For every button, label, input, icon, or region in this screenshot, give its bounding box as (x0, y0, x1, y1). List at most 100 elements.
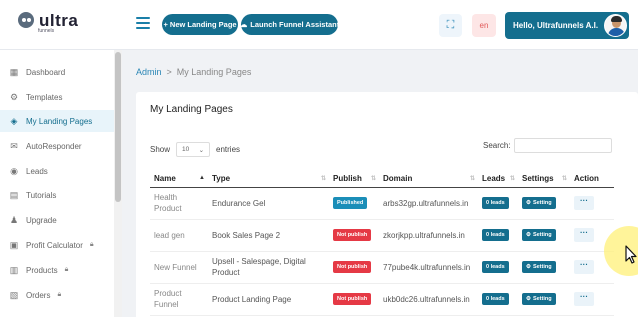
column-header-settings[interactable]: Settings ⇅ (518, 170, 570, 188)
calculator-icon: ▣ (9, 239, 19, 250)
sidebar-item-label: Templates (26, 92, 63, 102)
sidebar-item-leads[interactable]: ◉ Leads (0, 160, 114, 182)
launch-funnel-assistant-label: Launch Funnel Assistant (250, 20, 340, 29)
table-row: Product Funnel Product Landing Page Not … (150, 283, 614, 316)
page-length-control: Show 10 ⌄ entries (150, 142, 240, 157)
sidebar-item-label: Upgrade (26, 215, 57, 225)
row-type: Book Sales Page 2 (208, 219, 329, 252)
row-domain[interactable]: 77pube4k.ultrafunnels.in (379, 251, 478, 284)
gear-icon: ⚙ (526, 296, 531, 302)
sidebar-item-templates[interactable]: ⚙ Templates (0, 86, 114, 108)
entries-label: entries (216, 145, 241, 154)
more-actions-button[interactable]: ··· (574, 228, 594, 242)
row-name: Health Product (150, 187, 208, 220)
sidebar-item-orders[interactable]: ▧ Orders 🔒︎ (0, 284, 114, 306)
table-header-row: Name ▲ Type ⇅ Publish ⇅ Domain ⇅ Leads ⇅ Sett… (150, 170, 614, 188)
status-badge[interactable]: Not publish (333, 293, 372, 305)
orders-icon: ▧ (9, 289, 19, 300)
templates-icon: ⚙ (9, 91, 19, 102)
sidebar-item-label: Dashboard (26, 67, 66, 77)
sort-icon: ⇅ (561, 176, 567, 182)
status-badge[interactable]: Published (333, 197, 368, 209)
lock-icon: 🔒︎ (57, 291, 62, 298)
lock-icon: 🔒︎ (64, 266, 69, 273)
row-domain[interactable]: ukb0dc26.ultrafunnels.in (379, 283, 478, 316)
row-type: Product Landing Page (208, 283, 329, 316)
avatar (604, 14, 627, 37)
leads-badge[interactable]: 0 leads (482, 261, 509, 273)
column-header-action[interactable]: Action (570, 170, 614, 188)
setting-button[interactable]: ⚙ Setting (522, 229, 556, 241)
entries-per-page-select[interactable]: 10 ⌄ (176, 142, 211, 157)
language-selector[interactable]: en (472, 14, 496, 37)
search-label: Search: (483, 141, 511, 150)
sidebar-scrollbar-thumb[interactable] (115, 52, 121, 202)
entries-per-page-value: 10 (182, 146, 190, 153)
more-actions-button[interactable]: ··· (574, 292, 594, 306)
row-type: Endurance Gel (208, 187, 329, 220)
column-header-leads[interactable]: Leads ⇅ (478, 170, 518, 188)
row-name: Product Funnel (150, 283, 208, 316)
mouse-cursor-icon (625, 245, 637, 264)
sort-asc-icon: ▲ (199, 175, 205, 181)
menu-toggle-icon[interactable] (136, 17, 150, 29)
sidebar-item-dashboard[interactable]: ▦ Dashboard (0, 61, 114, 83)
setting-button[interactable]: ⚙ Setting (522, 261, 556, 273)
tutorials-icon: ▤ (9, 189, 19, 200)
sidebar-item-label: Profit Calculator (26, 240, 83, 250)
fullscreen-icon[interactable]: ⛶ (439, 14, 462, 37)
leads-icon: ◉ (10, 165, 18, 176)
user-menu-button[interactable]: Hello, Ultrafunnels A.I. (505, 12, 629, 39)
app-root: ultra funnels + New Landing Page ☁ Launc… (0, 0, 638, 317)
products-icon: ▥ (9, 264, 19, 275)
sort-icon: ⇅ (469, 176, 475, 182)
breadcrumb-separator: > (166, 67, 172, 77)
sidebar-item-label: Tutorials (26, 190, 57, 200)
sort-icon: ⇅ (370, 176, 376, 182)
top-bar: ultra funnels + New Landing Page ☁ Launc… (0, 0, 638, 50)
sidebar-item-autoresponder[interactable]: ✉ AutoResponder (0, 135, 114, 157)
sidebar-item-label: Orders (26, 290, 51, 300)
users-icon: ♟ (9, 214, 19, 225)
row-type: Upsell - Salespage, Digital Product (208, 251, 329, 284)
column-header-domain[interactable]: Domain ⇅ (379, 170, 478, 188)
gear-icon: ⚙ (526, 232, 531, 238)
sidebar-item-label: AutoResponder (26, 141, 82, 151)
leads-badge[interactable]: 0 leads (482, 197, 509, 209)
sidebar-item-tutorials[interactable]: ▤ Tutorials (0, 184, 114, 206)
sidebar-item-upgrade[interactable]: ♟ Upgrade (0, 209, 114, 231)
cloud-icon: ☁ (239, 20, 248, 29)
layers-icon: ◈ (10, 115, 18, 126)
leads-badge[interactable]: 0 leads (482, 229, 509, 241)
setting-button[interactable]: ⚙ Setting (522, 293, 556, 305)
new-landing-page-button[interactable]: + New Landing Page (162, 14, 238, 35)
leads-badge[interactable]: 0 leads (482, 293, 509, 305)
show-label: Show (150, 145, 171, 154)
column-header-type[interactable]: Type ⇅ (208, 170, 329, 188)
more-actions-button[interactable]: ··· (574, 196, 594, 210)
breadcrumb-home-link[interactable]: Admin (136, 67, 162, 77)
more-actions-button[interactable]: ··· (574, 260, 594, 274)
sidebar-item-label: Leads (26, 166, 48, 176)
column-header-name[interactable]: Name ▲ (150, 170, 208, 188)
status-badge[interactable]: Not publish (333, 261, 372, 273)
logo-subtext: funnels (38, 28, 55, 34)
sort-icon: ⇅ (320, 176, 326, 182)
row-domain[interactable]: arbs32gp.ultrafunnels.in (379, 187, 478, 220)
breadcrumb: Admin > My Landing Pages (136, 67, 251, 77)
sidebar-item-profit-calculator[interactable]: ▣ Profit Calculator 🔒︎ (0, 234, 114, 256)
search-input[interactable] (513, 138, 612, 153)
sidebar: ▦ Dashboard ⚙ Templates ◈ My Landing Pag… (0, 50, 122, 317)
dashboard-icon: ▦ (9, 66, 19, 77)
row-domain[interactable]: zkorjkpp.ultrafunnels.in (379, 219, 478, 252)
status-badge[interactable]: Not publish (333, 229, 372, 241)
landing-pages-table: Name ▲ Type ⇅ Publish ⇅ Domain ⇅ Leads ⇅ Sett… (150, 170, 614, 316)
launch-funnel-assistant-button[interactable]: ☁ Launch Funnel Assistant (239, 14, 340, 35)
sidebar-item-products[interactable]: ▥ Products 🔒︎ (0, 259, 114, 281)
gear-icon: ⚙ (526, 200, 531, 206)
mail-icon: ✉ (10, 140, 18, 151)
sidebar-item-my-landing-pages[interactable]: ◈ My Landing Pages (0, 110, 114, 132)
column-header-publish[interactable]: Publish ⇅ (329, 170, 379, 188)
lock-icon: 🔒︎ (89, 241, 94, 248)
setting-button[interactable]: ⚙ Setting (522, 197, 556, 209)
